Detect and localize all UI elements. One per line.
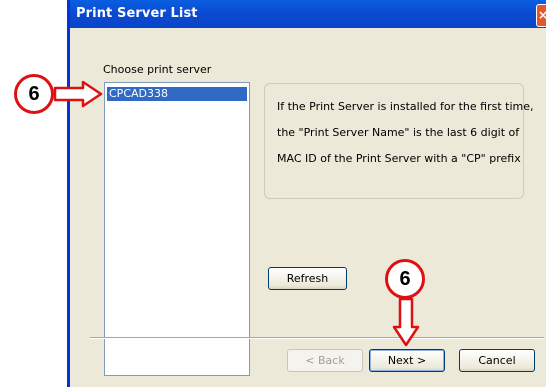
close-button[interactable]: × xyxy=(536,4,546,27)
print-server-listbox[interactable]: CPCAD338 xyxy=(104,82,250,376)
next-button[interactable]: Next > xyxy=(369,349,445,372)
info-line: If the Print Server is installed for the… xyxy=(277,100,534,113)
back-button: < Back xyxy=(287,349,363,372)
choose-print-server-label: Choose print server xyxy=(103,63,212,76)
info-line: MAC ID of the Print Server with a "CP" p… xyxy=(277,152,521,165)
cancel-button[interactable]: Cancel xyxy=(459,349,535,372)
right-arrow-icon xyxy=(53,80,103,108)
window-title: Print Server List xyxy=(76,6,198,21)
print-server-list-dialog: Print Server List × Choose print server … xyxy=(67,0,546,387)
callout-marker: 6 xyxy=(385,259,425,299)
title-bar[interactable]: Print Server List × xyxy=(70,0,546,28)
refresh-button[interactable]: Refresh xyxy=(268,267,347,290)
list-item-cpcad338[interactable]: CPCAD338 xyxy=(107,87,247,101)
callout-marker: 6 xyxy=(14,74,54,114)
info-panel: If the Print Server is installed for the… xyxy=(264,83,534,199)
down-arrow-icon xyxy=(392,297,420,347)
footer-separator xyxy=(90,337,544,339)
info-line: the "Print Server Name" is the last 6 di… xyxy=(277,126,520,139)
close-icon: × xyxy=(538,8,546,22)
